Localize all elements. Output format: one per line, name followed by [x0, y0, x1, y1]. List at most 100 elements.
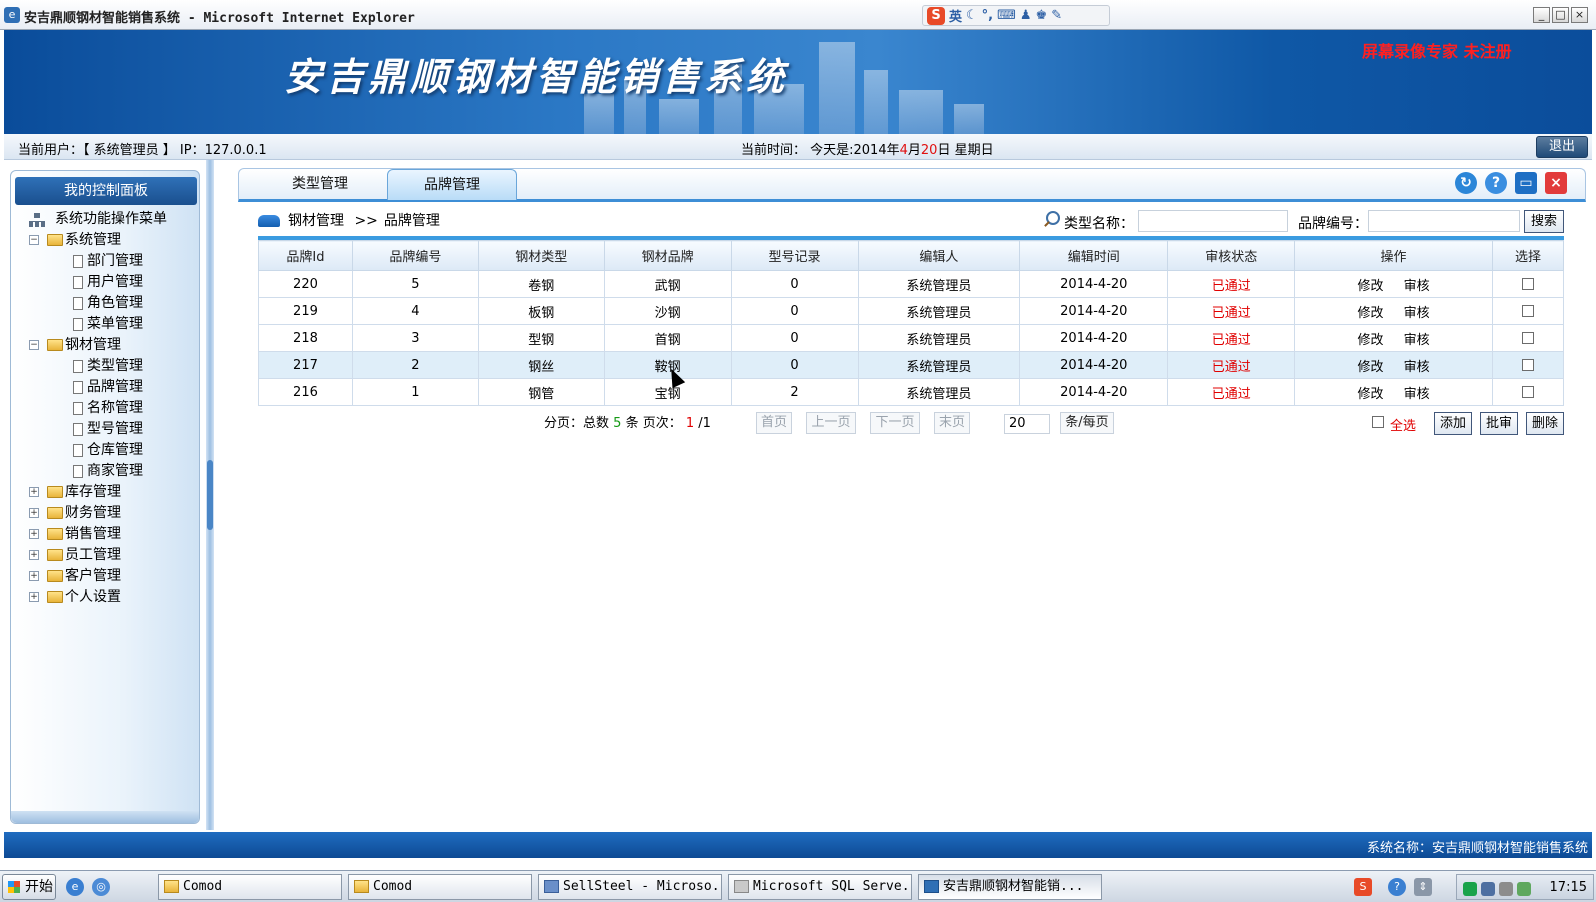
tree-item[interactable]: 型号管理 [25, 419, 199, 440]
sidebar-splitter[interactable] [206, 160, 214, 830]
row-checkbox[interactable] [1521, 386, 1534, 398]
display-tray-icon[interactable] [1481, 882, 1495, 896]
audit-link[interactable]: 审核 [1404, 360, 1430, 375]
edit-link[interactable]: 修改 [1358, 333, 1384, 348]
edit-link[interactable]: 修改 [1358, 387, 1384, 402]
ime-language[interactable]: 英 [949, 6, 962, 25]
table-row[interactable]: 216 1 钢管 宝钢 2 系统管理员 2014-4-20 已通过 修改 审核 [258, 378, 1565, 406]
audit-link[interactable]: 审核 [1404, 387, 1430, 402]
add-button[interactable]: 添加 [1434, 412, 1472, 435]
browser-quicklaunch-icon[interactable]: ◎ [92, 878, 110, 896]
tree-item[interactable]: 角色管理 [25, 293, 199, 314]
sogou-tray-icon[interactable]: S [1354, 878, 1372, 896]
tree-item[interactable]: 名称管理 [25, 398, 199, 419]
close-button[interactable]: × [1571, 7, 1588, 23]
expand-icon[interactable]: + [29, 487, 39, 497]
edit-link[interactable]: 修改 [1358, 360, 1384, 375]
tree-item[interactable]: 用户管理 [25, 272, 199, 293]
task-ie-active[interactable]: 安吉鼎顺钢材智能销... [918, 874, 1102, 900]
current-page: 1 [685, 416, 695, 431]
user-icon[interactable]: ♟ [1020, 8, 1032, 23]
last-page-button[interactable]: 末页 [934, 412, 970, 434]
punctuation-icon[interactable]: °, [982, 8, 993, 23]
audit-link[interactable]: 审核 [1404, 306, 1430, 321]
expand-icon[interactable]: + [29, 550, 39, 560]
search-button[interactable]: 搜索 [1524, 210, 1564, 233]
tree-group-inventory[interactable]: + 库存管理 [25, 482, 199, 503]
refresh-icon[interactable]: ↻ [1455, 172, 1477, 194]
tree-item[interactable]: 仓库管理 [25, 440, 199, 461]
recorder-watermark: 屏幕录像专家 未注册 [1362, 42, 1512, 61]
window-icon[interactable]: ▭ [1515, 172, 1537, 194]
collapse-handle[interactable] [207, 460, 213, 530]
task-sellsteel[interactable]: SellSteel - Microso... [538, 874, 722, 900]
tree-item[interactable]: 类型管理 [25, 356, 199, 377]
task-comod-1[interactable]: Comod [158, 874, 342, 900]
tree-group-personal[interactable]: + 个人设置 [25, 587, 199, 608]
tree-item[interactable]: 商家管理 [25, 461, 199, 482]
moon-icon[interactable]: ☾ [966, 8, 978, 23]
collapse-icon[interactable]: − [29, 340, 39, 350]
brand-no-input[interactable] [1368, 210, 1520, 232]
tree-item[interactable]: 部门管理 [25, 251, 199, 272]
maximize-button[interactable]: □ [1552, 7, 1569, 23]
expand-icon[interactable]: + [29, 571, 39, 581]
tree-group-steel[interactable]: − 钢材管理 [25, 335, 199, 356]
expand-icon[interactable]: + [29, 529, 39, 539]
network-tray-icon[interactable] [1463, 882, 1477, 896]
select-all-checkbox[interactable] [1372, 416, 1384, 428]
audit-link[interactable]: 审核 [1404, 279, 1430, 294]
collapse-icon[interactable]: − [29, 235, 39, 245]
start-button[interactable]: 开始 [2, 874, 56, 900]
logout-button[interactable]: 退出 [1536, 136, 1588, 158]
row-checkbox[interactable] [1521, 278, 1534, 290]
table-row[interactable]: 219 4 板钢 沙钢 0 系统管理员 2014-4-20 已通过 修改 审核 [258, 297, 1565, 325]
tree-group-finance[interactable]: + 财务管理 [25, 503, 199, 524]
edit-link[interactable]: 修改 [1358, 306, 1384, 321]
task-sql-server[interactable]: Microsoft SQL Serve... [728, 874, 912, 900]
type-name-input[interactable] [1138, 210, 1288, 232]
next-page-button[interactable]: 下一页 [870, 412, 920, 434]
delete-button[interactable]: 删除 [1526, 412, 1564, 435]
tree-group-staff[interactable]: + 员工管理 [25, 545, 199, 566]
sogou-icon[interactable]: S [927, 6, 945, 25]
tree-item[interactable]: 品牌管理 [25, 377, 199, 398]
row-checkbox[interactable] [1521, 305, 1534, 317]
expand-icon[interactable]: + [29, 508, 39, 518]
table-row[interactable]: 220 5 卷钢 武钢 0 系统管理员 2014-4-20 已通过 修改 审核 [258, 270, 1565, 298]
tree-group-customer[interactable]: + 客户管理 [25, 566, 199, 587]
prev-page-button[interactable]: 上一页 [806, 412, 856, 434]
keyboard-icon[interactable]: ⌨ [997, 8, 1016, 23]
batch-approve-button[interactable]: 批审 [1480, 412, 1518, 435]
tree-group-sales[interactable]: + 销售管理 [25, 524, 199, 545]
tree-group-system[interactable]: − 系统管理 [25, 230, 199, 251]
edit-link[interactable]: 修改 [1358, 279, 1384, 294]
row-checkbox[interactable] [1521, 359, 1534, 371]
minimize-button[interactable]: _ [1533, 7, 1550, 23]
ie-quicklaunch-icon[interactable]: e [66, 878, 84, 896]
tab-type-management[interactable]: 类型管理 [255, 169, 385, 200]
ime-toolbar[interactable]: S 英 ☾ °, ⌨ ♟ ♚ ✎ [922, 5, 1110, 26]
help-tray-icon[interactable]: ? [1388, 878, 1406, 896]
audit-link[interactable]: 审核 [1404, 333, 1430, 348]
col-steel-type: 钢材类型 [477, 240, 605, 271]
first-page-button[interactable]: 首页 [756, 412, 792, 434]
table-row[interactable]: 218 3 型钢 首钢 0 系统管理员 2014-4-20 已通过 修改 审核 [258, 324, 1565, 352]
window-title: 安吉鼎顺钢材智能销售系统 - Microsoft Internet Explor… [24, 11, 415, 26]
table-row[interactable]: 217 2 钢丝 鞍钢 0 系统管理员 2014-4-20 已通过 修改 审核 [258, 351, 1565, 379]
help-icon[interactable]: ? [1485, 172, 1507, 194]
tree-root[interactable]: 系统功能操作菜单 [25, 209, 199, 230]
tab-brand-management[interactable]: 品牌管理 [387, 169, 517, 200]
close-tab-icon[interactable]: × [1545, 172, 1567, 194]
tree-item[interactable]: 菜单管理 [25, 314, 199, 335]
row-checkbox[interactable] [1521, 332, 1534, 344]
select-all-label[interactable]: 全选 [1390, 415, 1416, 434]
page-size-input[interactable]: 20 [1004, 414, 1050, 434]
scroll-tray-icon[interactable]: ⇕ [1414, 878, 1432, 896]
wrench-icon[interactable]: ✎ [1051, 8, 1062, 23]
shirt-icon[interactable]: ♚ [1036, 8, 1048, 23]
expand-icon[interactable]: + [29, 592, 39, 602]
task-comod-2[interactable]: Comod [348, 874, 532, 900]
recorder-tray-icon[interactable] [1517, 882, 1531, 896]
volume-tray-icon[interactable] [1499, 882, 1513, 896]
